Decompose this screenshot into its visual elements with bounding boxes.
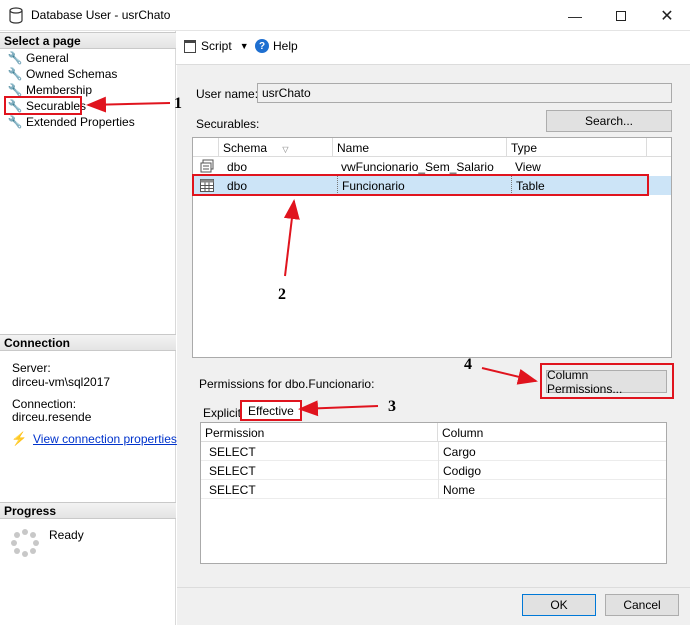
annotation-number-3: 3 xyxy=(388,398,396,415)
annotation-number-4: 4 xyxy=(464,356,472,373)
annotation-arrows xyxy=(86,96,538,417)
annotation-number-1: 1 xyxy=(174,95,182,112)
annotation-number-2: 2 xyxy=(278,286,286,303)
